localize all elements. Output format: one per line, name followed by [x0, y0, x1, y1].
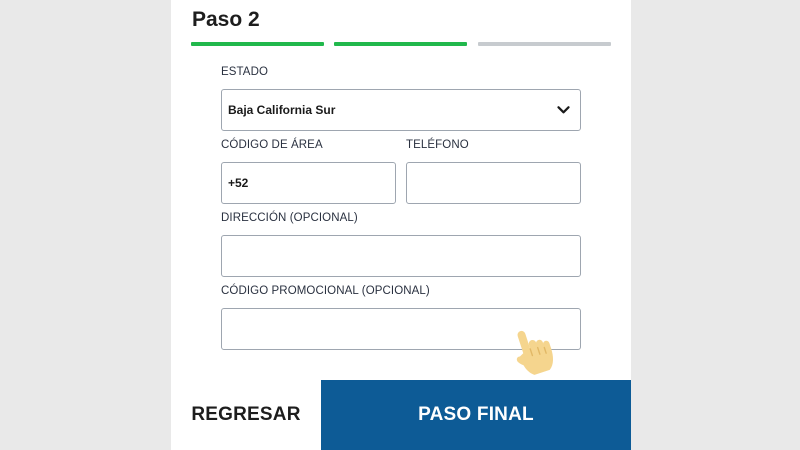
pointing-hand-icon: [516, 330, 554, 375]
progress-segment-1: [191, 42, 324, 46]
estado-select[interactable]: Baja California Sur: [221, 89, 581, 131]
codigo-area-value: +52: [228, 176, 249, 190]
telefono-input[interactable]: [406, 162, 581, 204]
final-step-button[interactable]: PASO FINAL: [321, 380, 631, 450]
estado-value: Baja California Sur: [228, 103, 336, 117]
telefono-label: TELÉFONO: [406, 139, 469, 151]
step-title: Paso 2: [192, 8, 260, 31]
progress-segment-3: [478, 42, 611, 46]
codigo-area-label: CÓDIGO DE ÁREA: [221, 139, 323, 151]
direccion-input[interactable]: [221, 235, 581, 277]
form-panel: Paso 2 ESTADO Baja California Sur CÓDIGO…: [171, 0, 631, 450]
progress-segment-2: [334, 42, 467, 46]
back-button[interactable]: REGRESAR: [171, 380, 321, 450]
estado-label: ESTADO: [221, 66, 269, 78]
chevron-down-icon: [557, 106, 570, 114]
codigo-promocional-label: CÓDIGO PROMOCIONAL (OPCIONAL): [221, 285, 430, 297]
codigo-area-input[interactable]: +52: [221, 162, 396, 204]
direccion-label: DIRECCIÓN (OPCIONAL): [221, 212, 358, 224]
